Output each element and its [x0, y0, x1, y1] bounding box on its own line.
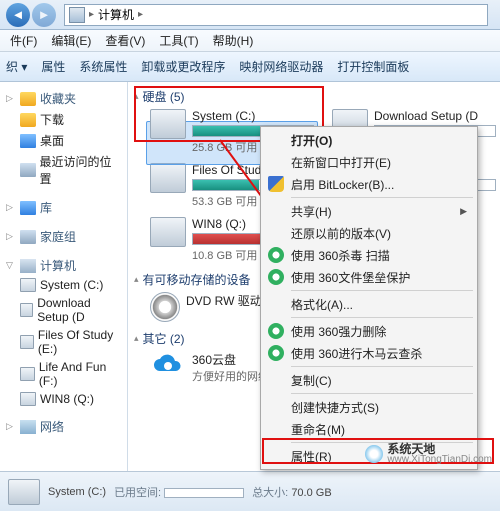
recent-icon: [20, 163, 36, 177]
disk-icon: [20, 392, 36, 406]
uninstall-button[interactable]: 卸载或更改程序: [141, 58, 225, 75]
homegroup-icon: [20, 230, 36, 244]
ctx-open[interactable]: 打开(O): [263, 129, 475, 151]
separator: [291, 393, 473, 394]
ctx-360-scan[interactable]: 使用 360杀毒 扫描: [263, 244, 475, 266]
sidebar-network[interactable]: ▷网络: [2, 416, 125, 437]
collapse-icon: ▴: [134, 91, 139, 102]
sidebar-favorites[interactable]: ▷收藏夹: [2, 88, 125, 109]
sidebar-libraries[interactable]: ▷库: [2, 197, 125, 218]
ctx-360-vault[interactable]: 使用 360文件堡垒保护: [263, 266, 475, 288]
properties-button[interactable]: 属性: [41, 58, 65, 75]
sidebar-item-drive-q[interactable]: WIN8 (Q:): [2, 390, 125, 408]
star-icon: [20, 92, 36, 106]
dvd-icon: [150, 292, 180, 322]
ctx-open-new-window[interactable]: 在新窗口中打开(E): [263, 151, 475, 173]
disk-icon: [150, 163, 186, 193]
separator: [291, 366, 473, 367]
chevron-right-icon: ▷: [6, 231, 16, 242]
chevron-right-icon: ▶: [460, 206, 467, 217]
ctx-format[interactable]: 格式化(A)...: [263, 293, 475, 315]
address-bar[interactable]: ▸ 计算机 ▸: [64, 4, 488, 26]
sidebar-item-drive-e[interactable]: Files Of Study (E:): [2, 326, 125, 358]
usage-bar: [164, 488, 244, 498]
360-icon: [268, 269, 284, 285]
collapse-icon: ▴: [134, 333, 139, 344]
ctx-copy[interactable]: 复制(C): [263, 369, 475, 391]
ctx-share[interactable]: 共享(H)▶: [263, 200, 475, 222]
disk-icon: [8, 479, 40, 505]
separator: [291, 290, 473, 291]
toolbar: 织 ▾ 属性 系统属性 卸载或更改程序 映射网络驱动器 打开控制面板: [0, 52, 500, 82]
sidebar-item-drive-c[interactable]: System (C:): [2, 276, 125, 294]
sidebar-item-drive-f[interactable]: Life And Fun (F:): [2, 358, 125, 390]
cloud-icon: [150, 351, 186, 381]
ctx-restore-previous[interactable]: 还原以前的版本(V): [263, 222, 475, 244]
menu-view[interactable]: 查看(V): [99, 30, 151, 51]
sidebar-item-downloads[interactable]: 下载: [2, 109, 125, 130]
shield-icon: [268, 176, 284, 192]
computer-icon: [20, 259, 36, 273]
logo-icon: [365, 445, 383, 463]
watermark: 系统天地 www.XiTongTianDi.com: [365, 443, 492, 465]
map-drive-button[interactable]: 映射网络驱动器: [239, 58, 323, 75]
ctx-rename[interactable]: 重命名(M): [263, 418, 475, 440]
section-hdd[interactable]: ▴硬盘 (5): [134, 86, 500, 107]
ctx-360-trojan[interactable]: 使用 360进行木马云查杀: [263, 342, 475, 364]
computer-icon: [69, 7, 85, 23]
disk-icon: [20, 303, 33, 317]
breadcrumb[interactable]: 计算机: [98, 6, 134, 23]
ctx-create-shortcut[interactable]: 创建快捷方式(S): [263, 396, 475, 418]
nav-fwd-button[interactable]: ►: [32, 3, 56, 27]
sidebar-item-drive-d[interactable]: Download Setup (D: [2, 294, 125, 326]
library-icon: [20, 201, 36, 215]
chevron-right-icon: ▷: [6, 93, 16, 104]
control-panel-button[interactable]: 打开控制面板: [337, 58, 409, 75]
sidebar-item-desktop[interactable]: 桌面: [2, 130, 125, 151]
ctx-360-forcedel[interactable]: 使用 360强力删除: [263, 320, 475, 342]
360-icon: [268, 247, 284, 263]
menu-edit[interactable]: 编辑(E): [45, 30, 97, 51]
collapse-icon: ▴: [134, 274, 139, 285]
360-icon: [268, 323, 284, 339]
menu-tools[interactable]: 工具(T): [153, 30, 204, 51]
organize-button[interactable]: 织 ▾: [6, 58, 27, 75]
context-menu: 打开(O) 在新窗口中打开(E) 启用 BitLocker(B)... 共享(H…: [260, 126, 478, 470]
status-title: System (C:): [48, 486, 106, 498]
ctx-bitlocker[interactable]: 启用 BitLocker(B)...: [263, 173, 475, 195]
separator: [291, 197, 473, 198]
nav-sidebar: ▷收藏夹 下载 桌面 最近访问的位置 ▷库 ▷家庭组 ▽计算机 System (…: [0, 82, 128, 492]
system-properties-button[interactable]: 系统属性: [79, 58, 127, 75]
sidebar-computer[interactable]: ▽计算机: [2, 255, 125, 276]
disk-icon: [20, 335, 34, 349]
menu-help[interactable]: 帮助(H): [207, 30, 260, 51]
nav-back-button[interactable]: ◄: [6, 3, 30, 27]
sidebar-item-recent[interactable]: 最近访问的位置: [2, 151, 125, 189]
menubar: 件(F) 编辑(E) 查看(V) 工具(T) 帮助(H): [0, 30, 500, 52]
disk-icon: [150, 109, 186, 139]
network-icon: [20, 420, 36, 434]
360-icon: [268, 345, 284, 361]
disk-icon: [20, 367, 35, 381]
separator: [291, 317, 473, 318]
sidebar-homegroup[interactable]: ▷家庭组: [2, 226, 125, 247]
chevron-right-icon: ▷: [6, 421, 16, 432]
statusbar: System (C:) 已用空间: 总大小: 70.0 GB: [0, 471, 500, 511]
chevron-right-icon: ▸: [89, 9, 94, 20]
titlebar: ◄ ► ▸ 计算机 ▸: [0, 0, 500, 30]
disk-icon: [150, 217, 186, 247]
download-icon: [20, 113, 36, 127]
chevron-right-icon: ▸: [138, 9, 143, 20]
desktop-icon: [20, 134, 36, 148]
chevron-right-icon: ▷: [6, 202, 16, 213]
chevron-down-icon: ▽: [6, 260, 16, 271]
disk-icon: [20, 278, 36, 292]
menu-file[interactable]: 件(F): [4, 30, 43, 51]
